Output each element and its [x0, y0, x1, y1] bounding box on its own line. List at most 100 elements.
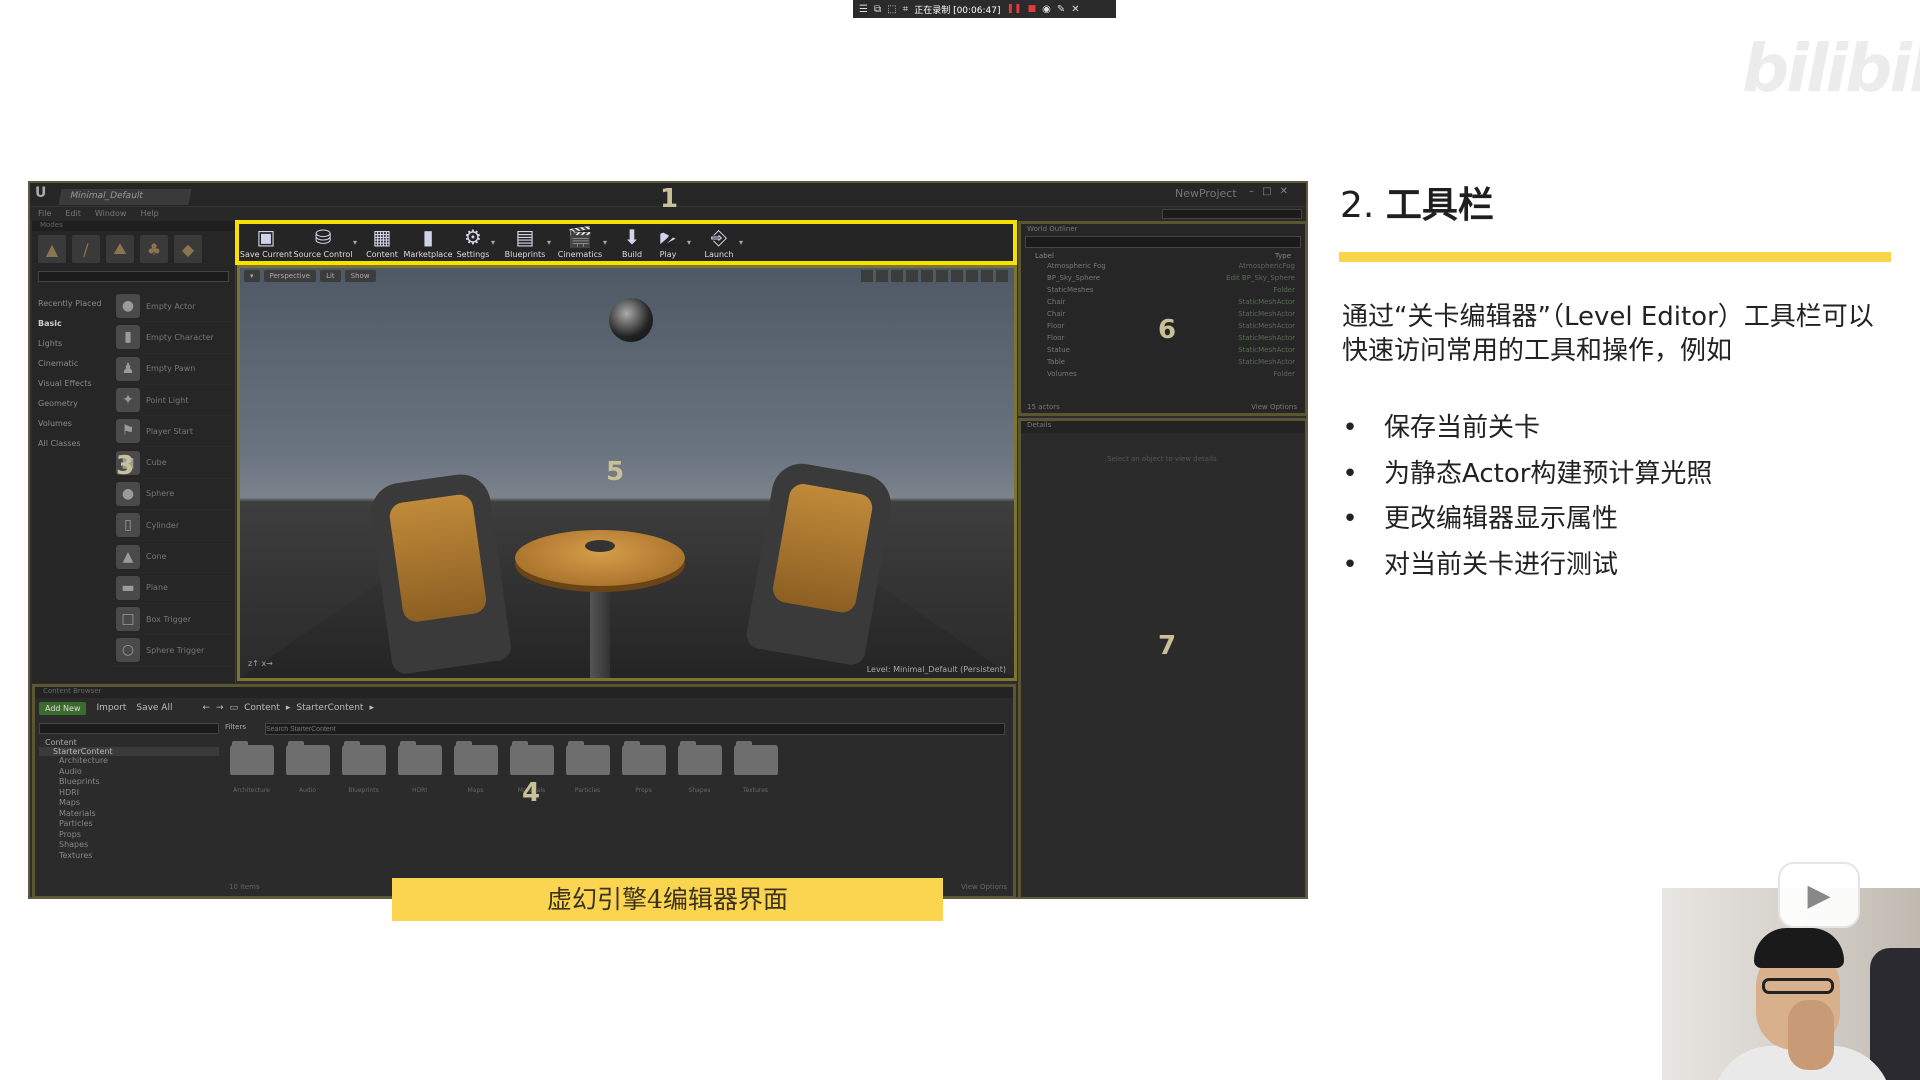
category-geometry[interactable]: Geometry: [32, 394, 110, 414]
category-volumes[interactable]: Volumes: [32, 414, 110, 434]
window-controls[interactable]: –□✕: [1249, 186, 1296, 197]
import-button[interactable]: Import: [96, 703, 126, 713]
tree-node[interactable]: Shapes: [39, 840, 219, 851]
tree-node[interactable]: Textures: [39, 851, 219, 862]
launch-button[interactable]: ⎆ Launch: [701, 225, 737, 263]
folder-tile[interactable]: Textures: [733, 741, 778, 794]
scale-snap-icon[interactable]: [966, 270, 978, 282]
tree-node[interactable]: Audio: [39, 767, 219, 778]
paint-mode-icon[interactable]: /: [72, 235, 100, 263]
menu-edit[interactable]: Edit: [65, 207, 81, 221]
column-label[interactable]: Label: [1035, 252, 1054, 260]
tree-node[interactable]: Maps: [39, 798, 219, 809]
back-icon[interactable]: ←: [202, 703, 210, 713]
table-row[interactable]: Volumes Folder: [1021, 370, 1305, 382]
menu-help[interactable]: Help: [140, 207, 158, 221]
maximize-icon[interactable]: [996, 270, 1008, 282]
tree-node[interactable]: Particles: [39, 819, 219, 830]
place-mode-icon[interactable]: ▲: [38, 235, 66, 263]
list-item[interactable]: ▮ Empty Character: [112, 322, 234, 354]
marketplace-button[interactable]: ▮ Marketplace: [403, 225, 452, 263]
list-item[interactable]: ● Sphere: [112, 479, 234, 511]
show-button[interactable]: Show: [344, 270, 376, 282]
column-type[interactable]: Type: [1275, 252, 1291, 260]
geometry-mode-icon[interactable]: ◆: [174, 235, 202, 263]
breadcrumb-starter-content[interactable]: StarterContent: [296, 703, 363, 713]
folder-tile[interactable]: HDRI: [397, 741, 442, 794]
category-visual-effects[interactable]: Visual Effects: [32, 374, 110, 394]
chevron-down-icon[interactable]: ▾: [353, 238, 357, 247]
content-button[interactable]: ▦ Content: [365, 225, 399, 263]
filters-button[interactable]: Filters: [225, 723, 246, 731]
settings-button[interactable]: ⚙ Settings: [455, 225, 491, 263]
folder-tile[interactable]: Architecture: [229, 741, 274, 794]
list-item[interactable]: ▯ Cylinder: [112, 510, 234, 542]
category-lights[interactable]: Lights: [32, 334, 110, 354]
content-view-options[interactable]: View Options: [961, 883, 1007, 891]
level-tab[interactable]: Minimal_Default: [58, 189, 192, 205]
folder-tile[interactable]: Maps: [453, 741, 498, 794]
perspective-button[interactable]: Perspective: [263, 270, 317, 282]
landscape-mode-icon[interactable]: ⛰: [106, 235, 134, 263]
close-icon[interactable]: ✕: [1071, 4, 1079, 15]
breadcrumb-content[interactable]: Content: [244, 703, 280, 713]
stop-icon[interactable]: ■: [1028, 4, 1037, 14]
tree-node[interactable]: Props: [39, 830, 219, 841]
pause-icon[interactable]: ❚❚: [1007, 4, 1022, 14]
chevron-down-icon[interactable]: ▾: [491, 238, 495, 247]
cinematics-button[interactable]: 🎬 Cinematics: [557, 225, 603, 263]
folder-search-input[interactable]: [39, 723, 219, 734]
tree-node[interactable]: HDRI: [39, 788, 219, 799]
foliage-mode-icon[interactable]: ♣: [140, 235, 168, 263]
list-item[interactable]: ▲ Cone: [112, 541, 234, 573]
table-row[interactable]: BP_Sky_Sphere Edit BP_Sky_Sphere: [1021, 274, 1305, 286]
table-row[interactable]: Atmospheric Fog AtmosphericFog: [1021, 262, 1305, 274]
rotate-icon[interactable]: [876, 270, 888, 282]
folder-tile[interactable]: Blueprints: [341, 741, 386, 794]
world-icon[interactable]: [906, 270, 918, 282]
content-search-input[interactable]: [265, 723, 1005, 735]
tree-node[interactable]: Architecture: [39, 756, 219, 767]
pen-icon[interactable]: ✎: [1057, 4, 1065, 15]
grid-icon[interactable]: [936, 270, 948, 282]
outliner-view-options[interactable]: View Options: [1251, 403, 1297, 411]
lit-button[interactable]: Lit: [320, 270, 341, 282]
list-item[interactable]: ⚑ Player Start: [112, 416, 234, 448]
editor-search-field[interactable]: [1162, 209, 1302, 219]
outliner-search-input[interactable]: [1025, 236, 1301, 248]
window-icon[interactable]: ⧉: [874, 4, 881, 15]
forward-icon[interactable]: →: [216, 703, 224, 713]
chevron-down-icon[interactable]: ▾: [547, 238, 551, 247]
video-play-button[interactable]: ▶: [1778, 862, 1860, 928]
level-viewport[interactable]: ▾ Perspective Lit Show z↑ x→ Level: Mini…: [237, 265, 1017, 681]
tree-node-content[interactable]: Content: [39, 738, 219, 747]
modes-search-input[interactable]: [38, 271, 229, 282]
viewport-menu-icon[interactable]: ▾: [244, 270, 260, 282]
chevron-down-icon[interactable]: ▾: [603, 238, 607, 247]
tree-node-starter-content[interactable]: StarterContent: [39, 747, 219, 756]
source-control-button[interactable]: ⛁ Source Control: [294, 225, 353, 263]
folder-tile[interactable]: Shapes: [677, 741, 722, 794]
folder-tile[interactable]: Particles: [565, 741, 610, 794]
table-row[interactable]: StaticMeshes Folder: [1021, 286, 1305, 298]
list-item[interactable]: ✦ Point Light: [112, 385, 234, 417]
chevron-down-icon[interactable]: ▾: [739, 238, 743, 247]
list-item[interactable]: ● Empty Actor: [112, 291, 234, 323]
save-current-button[interactable]: ▣ Save Current: [240, 225, 292, 263]
build-button[interactable]: ⬇ Build: [617, 225, 647, 263]
scale-icon[interactable]: [891, 270, 903, 282]
category-cinematic[interactable]: Cinematic: [32, 354, 110, 374]
tree-node[interactable]: Materials: [39, 809, 219, 820]
add-new-button[interactable]: Add New: [39, 701, 87, 715]
crop-icon[interactable]: ⌗: [903, 4, 909, 15]
category-all-classes[interactable]: All Classes: [32, 434, 110, 454]
tree-node[interactable]: Blueprints: [39, 777, 219, 788]
folder-tile[interactable]: Audio: [285, 741, 330, 794]
menu-window[interactable]: Window: [95, 207, 127, 221]
blueprints-button[interactable]: ▤ Blueprints: [503, 225, 547, 263]
menu-icon[interactable]: ☰: [859, 4, 868, 15]
list-item[interactable]: ○ Sphere Trigger: [112, 635, 234, 667]
region-icon[interactable]: ⬚: [887, 4, 896, 15]
angle-icon[interactable]: [951, 270, 963, 282]
category-basic[interactable]: Basic: [32, 314, 110, 334]
